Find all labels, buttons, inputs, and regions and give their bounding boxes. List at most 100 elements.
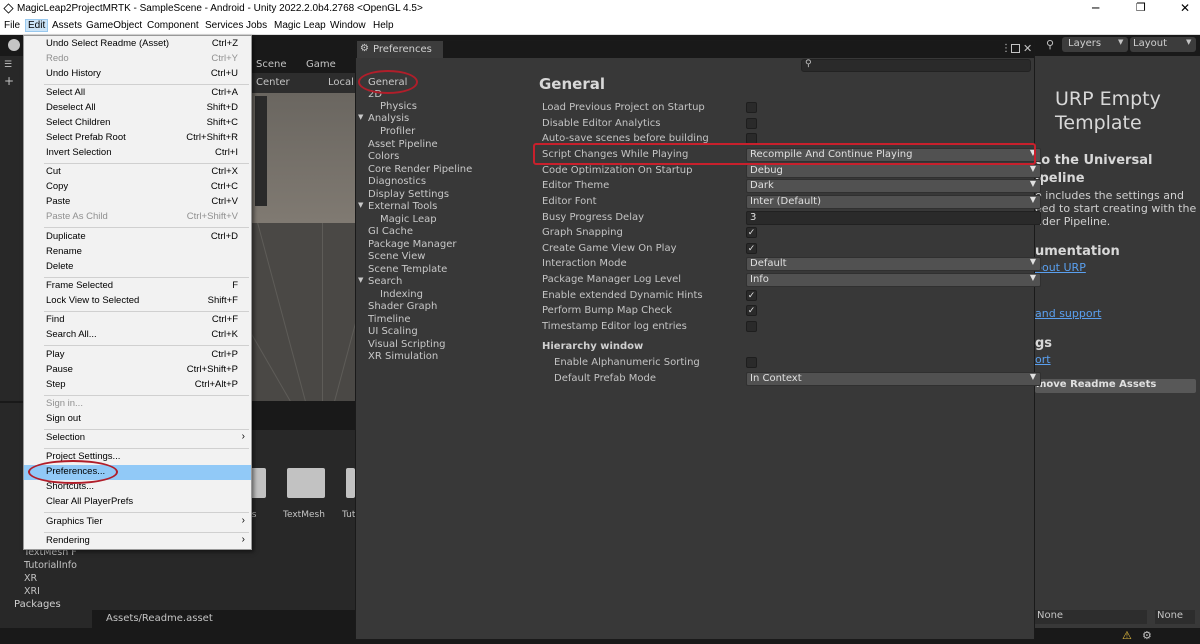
menu-item-undo-history[interactable]: Undo History Ctrl+U bbox=[24, 67, 251, 82]
tab-scene[interactable]: Scene bbox=[256, 59, 287, 70]
menu-item-lock-view[interactable]: Lock View to Selected Shift+F bbox=[24, 294, 251, 309]
menu-jobs[interactable]: Jobs bbox=[246, 20, 267, 31]
nav-external-tools[interactable]: External Tools bbox=[368, 201, 437, 212]
menu-item-paste[interactable]: Paste Ctrl+V bbox=[24, 195, 251, 210]
kebab-menu-icon[interactable]: ⋮ bbox=[1001, 43, 1011, 54]
menu-item-sign-in[interactable]: Sign in... bbox=[24, 397, 251, 412]
menu-edit[interactable]: Edit bbox=[25, 19, 49, 32]
nav-magic-leap[interactable]: Magic Leap bbox=[380, 214, 437, 225]
checkbox[interactable]: ✓ bbox=[746, 305, 757, 316]
tree-item[interactable]: XR bbox=[24, 573, 37, 584]
search-input[interactable]: ⚲ bbox=[801, 59, 1031, 72]
checkbox[interactable] bbox=[746, 118, 757, 129]
checkbox[interactable] bbox=[746, 321, 757, 332]
link[interactable]: ort bbox=[1035, 353, 1051, 366]
menu-item-select-children[interactable]: Select Children Shift+C bbox=[24, 116, 251, 131]
tab-game[interactable]: Game bbox=[292, 59, 336, 70]
layers-dropdown[interactable]: Layers ▼ bbox=[1062, 37, 1128, 52]
menu-item-select-all[interactable]: Select All Ctrl+A bbox=[24, 86, 251, 101]
menu-item-play[interactable]: Play Ctrl+P bbox=[24, 348, 251, 363]
close-icon[interactable]: ✕ bbox=[1180, 1, 1190, 15]
nav-shader-graph[interactable]: Shader Graph bbox=[368, 301, 437, 312]
nav-indexing[interactable]: Indexing bbox=[380, 289, 423, 300]
remove-readme-button[interactable]: move Readme Assets bbox=[1035, 379, 1196, 393]
menu-item-redo[interactable]: Redo Ctrl+Y bbox=[24, 52, 251, 67]
menu-assets[interactable]: Assets bbox=[52, 20, 82, 31]
pivot-toggle[interactable]: Center bbox=[256, 77, 290, 88]
tree-item[interactable]: TutorialInfo bbox=[24, 560, 77, 571]
maximize-icon[interactable] bbox=[1011, 44, 1020, 53]
menu-item-delete[interactable]: Delete bbox=[24, 260, 251, 275]
log-level-dropdown[interactable]: Info ▼ bbox=[746, 273, 1041, 287]
nav-asset-pipeline[interactable]: Asset Pipeline bbox=[368, 139, 438, 150]
layout-dropdown[interactable]: Layout ▼ bbox=[1130, 37, 1196, 52]
menu-services[interactable]: Services bbox=[205, 20, 243, 31]
menu-file[interactable]: File bbox=[4, 20, 20, 31]
prefab-mode-dropdown[interactable]: In Context ▼ bbox=[746, 372, 1041, 386]
nav-display-settings[interactable]: Display Settings bbox=[368, 189, 449, 200]
nav-diagnostics[interactable]: Diagnostics bbox=[368, 176, 426, 187]
menu-component[interactable]: Component bbox=[147, 20, 199, 31]
menu-item-duplicate[interactable]: Duplicate Ctrl+D bbox=[24, 230, 251, 245]
menu-gameobject[interactable]: GameObject bbox=[86, 20, 142, 31]
tab-preferences[interactable]: ⚙ Preferences bbox=[357, 41, 443, 58]
menu-item-select-prefab-root[interactable]: Select Prefab Root Ctrl+Shift+R bbox=[24, 131, 251, 146]
link[interactable]: and support bbox=[1035, 307, 1101, 320]
busy-delay-field[interactable]: 3 bbox=[746, 211, 1041, 225]
menu-item-cut[interactable]: Cut Ctrl+X bbox=[24, 165, 251, 180]
menu-item-rendering[interactable]: Rendering › bbox=[24, 534, 251, 549]
link[interactable]: bout URP bbox=[1035, 261, 1086, 274]
expand-icon[interactable]: ▼ bbox=[358, 276, 363, 284]
nav-package-manager[interactable]: Package Manager bbox=[368, 239, 456, 250]
tree-item[interactable]: XRI bbox=[24, 586, 40, 597]
expand-icon[interactable]: ▼ bbox=[358, 201, 363, 209]
folder-icon[interactable] bbox=[287, 468, 325, 498]
menu-item-deselect-all[interactable]: Deselect All Shift+D bbox=[24, 101, 251, 116]
gear-icon[interactable]: ⚙ bbox=[1142, 629, 1152, 642]
menu-item-paste-as-child[interactable]: Paste As Child Ctrl+Shift+V bbox=[24, 210, 251, 225]
nav-visual-scripting[interactable]: Visual Scripting bbox=[368, 339, 446, 350]
menu-help[interactable]: Help bbox=[373, 20, 394, 31]
maximize-icon[interactable]: ❐ bbox=[1136, 1, 1146, 14]
menu-item-search-all[interactable]: Search All... Ctrl+K bbox=[24, 328, 251, 343]
menu-item-copy[interactable]: Copy Ctrl+C bbox=[24, 180, 251, 195]
none-dropdown[interactable]: None bbox=[1155, 610, 1195, 624]
menu-item-frame-selected[interactable]: Frame Selected F bbox=[24, 279, 251, 294]
checkbox[interactable]: ✓ bbox=[746, 243, 757, 254]
menu-item-graphics-tier[interactable]: Graphics Tier › bbox=[24, 515, 251, 530]
packages-folder[interactable]: Packages bbox=[14, 599, 61, 610]
nav-ui-scaling[interactable]: UI Scaling bbox=[368, 326, 418, 337]
menu-item-pause[interactable]: Pause Ctrl+Shift+P bbox=[24, 363, 251, 378]
menu-item-step[interactable]: Step Ctrl+Alt+P bbox=[24, 378, 251, 393]
menu-item-clear-playerprefs[interactable]: Clear All PlayerPrefs bbox=[24, 495, 251, 510]
nav-scene-template[interactable]: Scene Template bbox=[368, 264, 447, 275]
editor-theme-dropdown[interactable]: Dark ▼ bbox=[746, 179, 1041, 193]
space-toggle[interactable]: Local bbox=[312, 77, 354, 88]
nav-colors[interactable]: Colors bbox=[368, 151, 399, 162]
scene-tool-palette[interactable] bbox=[255, 96, 267, 206]
checkbox[interactable] bbox=[746, 102, 757, 113]
nav-xr-simulation[interactable]: XR Simulation bbox=[368, 351, 438, 362]
nav-profiler[interactable]: Profiler bbox=[380, 126, 415, 137]
expand-icon[interactable]: ▼ bbox=[358, 113, 363, 121]
nav-physics[interactable]: Physics bbox=[380, 101, 417, 112]
nav-gi-cache[interactable]: GI Cache bbox=[368, 226, 413, 237]
nav-analysis[interactable]: Analysis bbox=[368, 113, 409, 124]
checkbox[interactable] bbox=[746, 357, 757, 368]
nav-core-render-pipeline[interactable]: Core Render Pipeline bbox=[368, 164, 472, 175]
search-icon[interactable]: ⚲ bbox=[1046, 38, 1054, 51]
interaction-mode-dropdown[interactable]: Default ▼ bbox=[746, 257, 1041, 271]
menu-item-undo[interactable]: Undo Select Readme (Asset) Ctrl+Z bbox=[24, 37, 251, 52]
menu-magic-leap[interactable]: Magic Leap bbox=[274, 20, 326, 31]
nav-search[interactable]: Search bbox=[368, 276, 402, 287]
editor-font-dropdown[interactable]: Inter (Default) ▼ bbox=[746, 195, 1041, 209]
code-optimization-dropdown[interactable]: Debug ▼ bbox=[746, 164, 1041, 178]
menu-item-rename[interactable]: Rename bbox=[24, 245, 251, 260]
menu-item-find[interactable]: Find Ctrl+F bbox=[24, 313, 251, 328]
menu-item-sign-out[interactable]: Sign out bbox=[24, 412, 251, 427]
add-icon[interactable]: + bbox=[4, 74, 14, 88]
checkbox[interactable]: ✓ bbox=[746, 290, 757, 301]
folder-icon[interactable] bbox=[346, 468, 355, 498]
menu-item-selection[interactable]: Selection › bbox=[24, 431, 251, 446]
nav-timeline[interactable]: Timeline bbox=[368, 314, 411, 325]
